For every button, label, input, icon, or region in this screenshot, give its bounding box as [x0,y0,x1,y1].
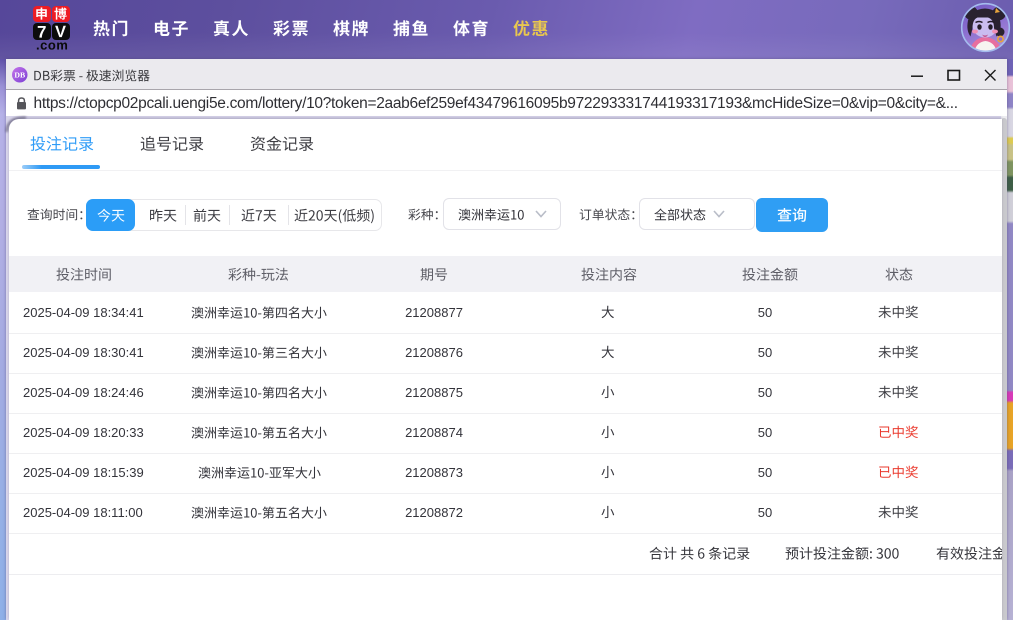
svg-text:DB: DB [14,71,25,80]
